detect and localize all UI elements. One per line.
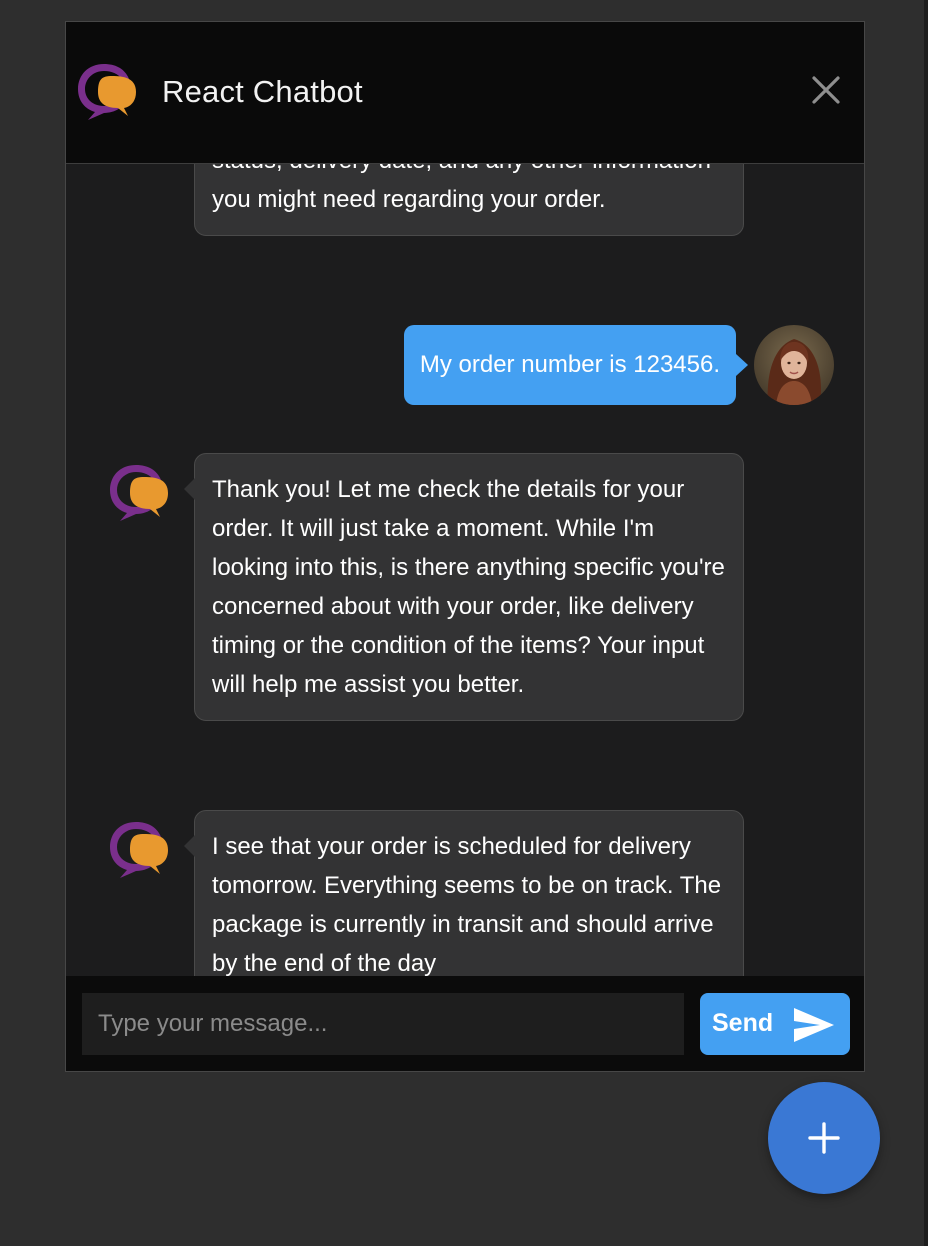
close-icon[interactable] bbox=[810, 74, 842, 106]
message-list[interactable]: status, delivery date, and any other inf… bbox=[66, 163, 864, 976]
send-arrow-icon bbox=[794, 1008, 834, 1042]
chat-bubbles-logo-icon bbox=[78, 64, 136, 120]
user-message: My order number is 123456. bbox=[403, 325, 749, 405]
bot-message: status, delivery date, and any other inf… bbox=[194, 163, 744, 236]
send-button[interactable]: Send bbox=[700, 993, 850, 1055]
plus-icon bbox=[808, 1122, 840, 1154]
bot-message: Thank you! Let me check the details for … bbox=[184, 453, 744, 721]
send-button-label: Send bbox=[712, 1009, 774, 1037]
header-title: React Chatbot bbox=[162, 74, 363, 109]
bot-avatar-icon bbox=[110, 465, 168, 521]
toggle-chat-button[interactable] bbox=[768, 1082, 880, 1194]
input-bar: Send bbox=[66, 976, 864, 1071]
message-input[interactable] bbox=[82, 993, 684, 1055]
chat-header: React Chatbot bbox=[66, 22, 864, 164]
chat-window: React Chatbot status, delivery date, and… bbox=[65, 21, 865, 1072]
bot-avatar-icon bbox=[110, 822, 168, 878]
bot-message: I see that your order is scheduled for d… bbox=[184, 810, 744, 976]
user-avatar bbox=[754, 325, 834, 405]
